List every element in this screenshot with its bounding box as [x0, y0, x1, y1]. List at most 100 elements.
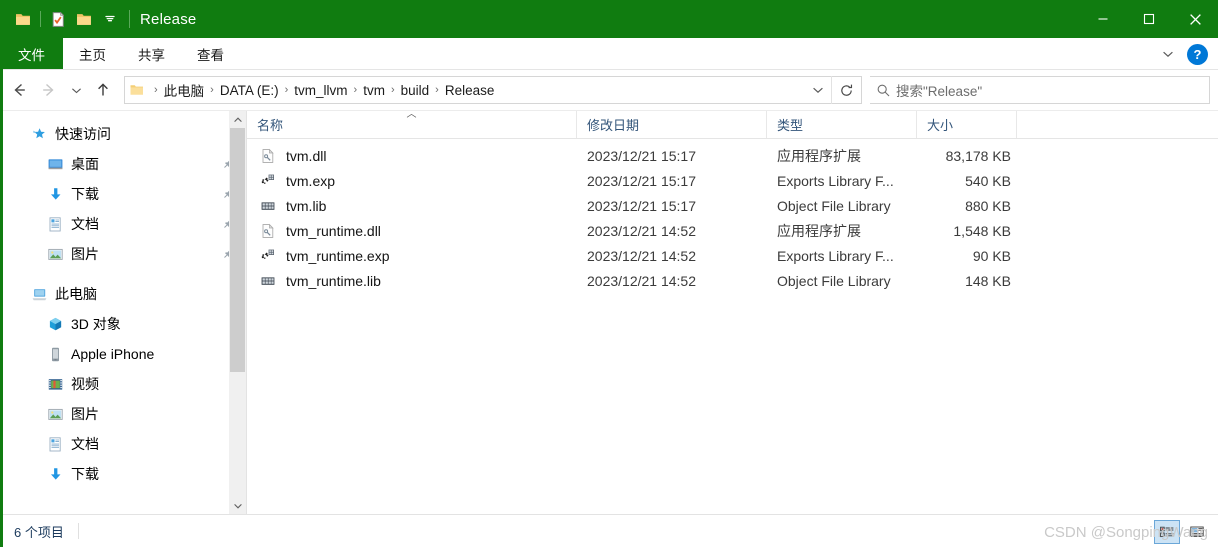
- file-rows: tvm.dll 2023/12/21 15:17 应用程序扩展 83,178 K…: [247, 139, 1218, 514]
- sidebar-label: 图片: [71, 246, 99, 262]
- tab-file[interactable]: 文件: [0, 38, 63, 69]
- tab-view[interactable]: 查看: [181, 38, 240, 69]
- breadcrumb-item-build[interactable]: build: [396, 81, 435, 100]
- table-row[interactable]: tvm.exp 2023/12/21 15:17 Exports Library…: [247, 168, 1218, 193]
- address-bar[interactable]: › 此电脑 › DATA (E:) › tvm_llvm › tvm › bui…: [124, 76, 862, 104]
- column-header-empty: [1017, 111, 1218, 138]
- sidebar-item-documents[interactable]: 文档: [0, 209, 246, 239]
- dll-file-icon: [259, 222, 277, 240]
- sidebar-item-videos[interactable]: 视频: [0, 369, 246, 399]
- sidebar-label: 快速访问: [55, 126, 111, 142]
- table-row[interactable]: tvm.dll 2023/12/21 15:17 应用程序扩展 83,178 K…: [247, 143, 1218, 168]
- lib-file-icon: [259, 272, 277, 290]
- cell-name: tvm.dll: [247, 147, 577, 165]
- file-name: tvm.lib: [286, 197, 327, 214]
- customize-chevron-icon[interactable]: [97, 6, 123, 32]
- cell-type: 应用程序扩展: [777, 222, 861, 239]
- address-dropdown-chevron-down-icon[interactable]: [805, 77, 831, 103]
- column-label: 大小: [927, 118, 954, 133]
- quick-access-star-icon: [30, 125, 48, 143]
- breadcrumb-item-tvm-llvm[interactable]: tvm_llvm: [289, 81, 352, 100]
- column-label: 类型: [777, 118, 804, 133]
- sidebar-label: 下载: [71, 466, 99, 482]
- expand-ribbon-chevron-down-icon[interactable]: [1155, 41, 1181, 67]
- properties-checklist-icon[interactable]: [45, 6, 71, 32]
- sidebar-label: 图片: [71, 406, 99, 422]
- sidebar-item-apple-iphone[interactable]: Apple iPhone: [0, 339, 246, 369]
- close-button[interactable]: [1172, 0, 1218, 38]
- dll-file-icon: [259, 147, 277, 165]
- cell-size: 1,548 KB: [953, 222, 1011, 239]
- breadcrumb-item-release[interactable]: Release: [440, 81, 500, 100]
- table-row[interactable]: tvm_runtime.lib 2023/12/21 14:52 Object …: [247, 268, 1218, 293]
- scrollbar-thumb[interactable]: [230, 128, 245, 372]
- table-row[interactable]: tvm_runtime.dll 2023/12/21 14:52 应用程序扩展 …: [247, 218, 1218, 243]
- window-left-accent-edge: [0, 38, 3, 547]
- tab-home[interactable]: 主页: [63, 38, 122, 69]
- breadcrumb-item-tvm[interactable]: tvm: [358, 81, 390, 100]
- ribbon-tab-bar: 文件 主页 共享 查看 ?: [0, 38, 1218, 70]
- column-header-name[interactable]: ︿ 名称: [247, 109, 577, 138]
- column-header-date-modified[interactable]: 修改日期: [577, 111, 767, 138]
- sidebar-item-this-pc[interactable]: 此电脑: [0, 279, 246, 309]
- cell-size: 540 KB: [965, 172, 1011, 189]
- breadcrumb: › 此电脑 › DATA (E:) › tvm_llvm › tvm › bui…: [147, 78, 805, 102]
- exp-gear-file-icon: [259, 172, 277, 190]
- sidebar-item-documents-pc[interactable]: 文档: [0, 429, 246, 459]
- cell-name: tvm_runtime.lib: [247, 272, 577, 290]
- minimize-button[interactable]: [1080, 0, 1126, 38]
- column-label: 修改日期: [587, 118, 640, 133]
- help-button[interactable]: ?: [1187, 43, 1208, 65]
- search-input[interactable]: 搜索"Release": [896, 80, 982, 100]
- window-title: Release: [140, 10, 197, 28]
- column-label: 名称: [257, 118, 284, 133]
- sidebar-item-quick-access[interactable]: 快速访问: [0, 119, 246, 149]
- cell-type: Object File Library: [777, 272, 891, 289]
- breadcrumb-item-data-e[interactable]: DATA (E:): [215, 81, 284, 100]
- back-button[interactable]: [4, 75, 34, 105]
- cell-size: 880 KB: [965, 197, 1011, 214]
- folder-icon[interactable]: [10, 6, 36, 32]
- column-header-size[interactable]: 大小: [917, 111, 1017, 138]
- up-button[interactable]: [88, 75, 118, 105]
- tab-share[interactable]: 共享: [122, 38, 181, 69]
- sidebar-item-desktop[interactable]: 桌面: [0, 149, 246, 179]
- sort-ascending-icon: ︿: [406, 109, 417, 120]
- cell-date: 2023/12/21 14:52: [587, 222, 696, 239]
- table-row[interactable]: tvm.lib 2023/12/21 15:17 Object File Lib…: [247, 193, 1218, 218]
- sidebar-item-pictures[interactable]: 图片: [0, 239, 246, 269]
- sidebar-label: Apple iPhone: [71, 346, 155, 362]
- maximize-button[interactable]: [1126, 0, 1172, 38]
- quick-access-toolbar: [0, 6, 130, 32]
- cell-name: tvm.lib: [247, 197, 577, 215]
- cell-name: tvm_runtime.exp: [247, 247, 577, 265]
- navigation-pane: 快速访问 桌面 下载 文档 图片 此电脑 3D 对象 Apple iPhone …: [0, 111, 246, 514]
- cell-name: tvm_runtime.dll: [247, 222, 577, 240]
- sidebar-item-downloads-pc[interactable]: 下载: [0, 459, 246, 489]
- details-view-button[interactable]: [1154, 519, 1180, 544]
- recent-locations-chevron-down-icon[interactable]: [64, 75, 88, 105]
- scroll-down-chevron-down-icon[interactable]: [229, 497, 246, 514]
- cell-size: 90 KB: [972, 247, 1011, 264]
- scrollbar-track[interactable]: [229, 128, 246, 497]
- sidebar-item-downloads[interactable]: 下载: [0, 179, 246, 209]
- scroll-up-chevron-up-icon[interactable]: [229, 111, 246, 128]
- sidebar-item-3d-objects[interactable]: 3D 对象: [0, 309, 246, 339]
- cell-date: 2023/12/21 14:52: [587, 272, 696, 289]
- forward-button[interactable]: [34, 75, 64, 105]
- cell-date: 2023/12/21 15:17: [587, 172, 696, 189]
- column-header-type[interactable]: 类型: [767, 111, 917, 138]
- address-folder-icon: [129, 82, 145, 98]
- breadcrumb-item-this-pc[interactable]: 此电脑: [159, 78, 210, 102]
- file-name: tvm.exp: [286, 172, 336, 189]
- documents-icon: [46, 435, 64, 453]
- search-box[interactable]: 搜索"Release": [870, 76, 1210, 104]
- this-pc-icon: [30, 285, 48, 303]
- column-header-row: ︿ 名称 修改日期 类型 大小: [247, 109, 1218, 139]
- table-row[interactable]: tvm_runtime.exp 2023/12/21 14:52 Exports…: [247, 243, 1218, 268]
- refresh-button[interactable]: [831, 76, 861, 104]
- sidebar-scrollbar[interactable]: [229, 111, 246, 514]
- large-icons-view-button[interactable]: [1184, 520, 1210, 544]
- new-folder-icon[interactable]: [71, 6, 97, 32]
- sidebar-item-pictures-pc[interactable]: 图片: [0, 399, 246, 429]
